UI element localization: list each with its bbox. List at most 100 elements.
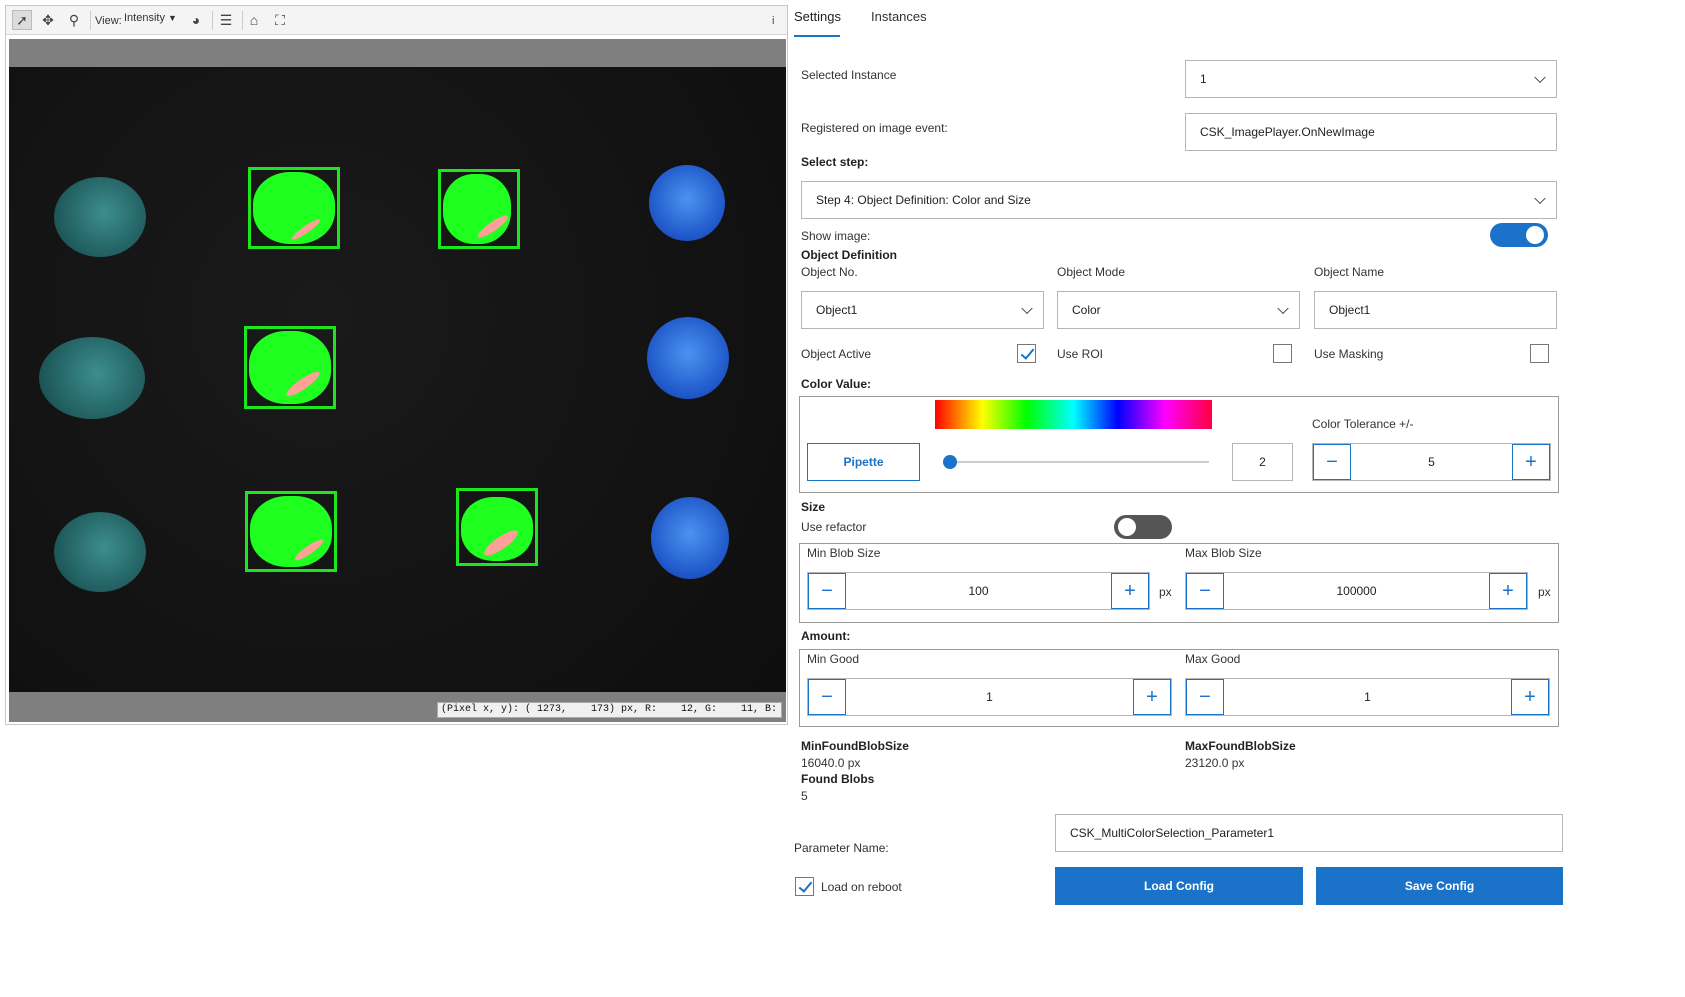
minus-icon[interactable]: − xyxy=(808,573,846,609)
object-no-label: Object No. xyxy=(801,265,858,279)
object-name-label: Object Name xyxy=(1314,265,1385,279)
use-refactor-toggle[interactable] xyxy=(1114,515,1172,539)
object-name-input[interactable]: Object1 xyxy=(1314,291,1557,329)
load-config-button[interactable]: Load Config xyxy=(1055,867,1303,905)
chevron-down-icon xyxy=(1534,71,1546,84)
view-mode-select[interactable]: Intensity ▼ xyxy=(124,12,177,24)
show-image-label: Show image: xyxy=(801,229,871,243)
registered-event-value: CSK_ImagePlayer.OnNewImage xyxy=(1200,125,1375,139)
max-good-label: Max Good xyxy=(1185,652,1241,666)
max-good-value[interactable]: 1 xyxy=(1224,679,1511,715)
camera-image xyxy=(9,67,786,692)
parameter-name-value: CSK_MultiColorSelection_Parameter1 xyxy=(1070,826,1275,840)
pixel-status-bar: (Pixel x, y): ( 1273, 173) px, R: 12, G:… xyxy=(437,702,813,718)
registered-event-field[interactable]: CSK_ImagePlayer.OnNewImage xyxy=(1185,113,1557,151)
selected-instance-select[interactable]: 1 xyxy=(1185,60,1557,98)
hue-slider-handle[interactable] xyxy=(943,455,957,469)
min-good-stepper[interactable]: − 1 + xyxy=(807,678,1172,716)
info-icon[interactable]: i xyxy=(772,15,774,27)
settings-panel: Settings Instances Selected Instance 1 R… xyxy=(788,0,1685,997)
max-blob-stepper[interactable]: − 100000 + xyxy=(1185,572,1528,610)
use-roi-label: Use ROI xyxy=(1057,347,1104,361)
zoom-tool-icon[interactable]: ⚲ xyxy=(64,10,84,30)
color-value-group: Color Tolerance +/- Pipette 2 − 5 + xyxy=(799,396,1559,493)
detection-box xyxy=(244,326,336,409)
object-no-select[interactable]: Object1 xyxy=(801,291,1044,329)
object-active-checkbox[interactable] xyxy=(1017,344,1036,363)
view-label: View: xyxy=(95,15,122,27)
max-found-label: MaxFoundBlobSize xyxy=(1185,739,1296,753)
hue-value-input[interactable]: 2 xyxy=(1232,443,1293,481)
fit-screen-icon[interactable]: ⛶ xyxy=(270,10,290,30)
plus-icon[interactable]: + xyxy=(1133,679,1171,715)
amount-title: Amount: xyxy=(801,629,851,643)
image-area[interactable]: (Pixel x, y): ( 1273, 173) px, R: 12, G:… xyxy=(9,39,813,722)
minus-icon[interactable]: − xyxy=(808,679,846,715)
chevron-down-icon: ▼ xyxy=(168,13,177,23)
plus-icon[interactable]: + xyxy=(1489,573,1527,609)
use-roi-checkbox[interactable] xyxy=(1273,344,1292,363)
detection-box xyxy=(245,491,337,572)
min-blob-stepper[interactable]: − 100 + xyxy=(807,572,1150,610)
load-on-reboot-checkbox[interactable] xyxy=(795,877,814,896)
pointer-tool-icon[interactable]: ➚ xyxy=(12,10,32,30)
chevron-down-icon xyxy=(1021,302,1033,315)
select-step-label: Select step: xyxy=(801,155,869,169)
chevron-down-icon xyxy=(1277,302,1289,315)
max-blob-unit: px xyxy=(1538,585,1551,599)
max-blob-label: Max Blob Size xyxy=(1185,546,1262,560)
minus-icon[interactable]: − xyxy=(1313,444,1351,480)
tab-settings[interactable]: Settings xyxy=(794,9,841,24)
hue-slider-track[interactable] xyxy=(948,461,1209,463)
minus-icon[interactable]: − xyxy=(1186,573,1224,609)
tab-instances[interactable]: Instances xyxy=(871,9,927,24)
detection-box xyxy=(248,167,340,249)
teal-bead xyxy=(54,512,146,592)
detection-box xyxy=(438,169,520,249)
object-name-value: Object1 xyxy=(1329,303,1371,317)
min-good-label: Min Good xyxy=(807,652,860,666)
min-blob-unit: px xyxy=(1159,585,1172,599)
plus-icon[interactable]: + xyxy=(1511,679,1549,715)
image-viewer: ➚ ✥ ⚲ View: Intensity ▼ ◕ ☰ ⌂ ⛶ i (Pixel… xyxy=(5,5,813,725)
color-tolerance-label: Color Tolerance +/- xyxy=(1312,417,1414,431)
plus-icon[interactable]: + xyxy=(1512,444,1550,480)
use-masking-checkbox[interactable] xyxy=(1530,344,1549,363)
teal-bead xyxy=(54,177,146,257)
blue-bead xyxy=(651,497,729,579)
max-good-stepper[interactable]: − 1 + xyxy=(1185,678,1550,716)
min-good-value[interactable]: 1 xyxy=(846,679,1133,715)
color-tolerance-value[interactable]: 5 xyxy=(1351,444,1512,480)
active-tab-indicator xyxy=(794,35,840,37)
found-blobs-value: 5 xyxy=(801,789,808,803)
home-icon[interactable]: ⌂ xyxy=(244,10,264,30)
list-icon[interactable]: ☰ xyxy=(216,10,236,30)
view-mode-value: Intensity xyxy=(124,12,165,24)
selected-instance-label: Selected Instance xyxy=(801,68,897,82)
minus-icon[interactable]: − xyxy=(1186,679,1224,715)
color-tolerance-stepper[interactable]: − 5 + xyxy=(1312,443,1551,481)
use-masking-label: Use Masking xyxy=(1314,347,1384,361)
parameter-name-input[interactable]: CSK_MultiColorSelection_Parameter1 xyxy=(1055,814,1563,852)
object-mode-select[interactable]: Color xyxy=(1057,291,1300,329)
pan-tool-icon[interactable]: ✥ xyxy=(38,10,58,30)
size-group: Min Blob Size Max Blob Size − 100 + px −… xyxy=(799,543,1559,623)
use-refactor-label: Use refactor xyxy=(801,520,867,534)
save-config-button[interactable]: Save Config xyxy=(1316,867,1563,905)
show-image-toggle[interactable] xyxy=(1490,223,1548,247)
chevron-down-icon xyxy=(1534,192,1546,205)
pipette-button[interactable]: Pipette xyxy=(807,443,920,481)
size-title: Size xyxy=(801,500,826,514)
object-no-value: Object1 xyxy=(816,303,858,317)
palette-icon[interactable]: ◕ xyxy=(186,10,206,30)
min-blob-value[interactable]: 100 xyxy=(846,573,1111,609)
plus-icon[interactable]: + xyxy=(1111,573,1149,609)
selected-instance-value: 1 xyxy=(1200,72,1207,86)
object-definition-title: Object Definition xyxy=(801,248,897,262)
max-blob-value[interactable]: 100000 xyxy=(1224,573,1489,609)
hue-spectrum-bar[interactable] xyxy=(935,400,1212,429)
hue-value: 2 xyxy=(1259,455,1266,469)
select-step-dropdown[interactable]: Step 4: Object Definition: Color and Siz… xyxy=(801,181,1557,219)
object-mode-value: Color xyxy=(1072,303,1101,317)
min-found-label: MinFoundBlobSize xyxy=(801,739,909,753)
